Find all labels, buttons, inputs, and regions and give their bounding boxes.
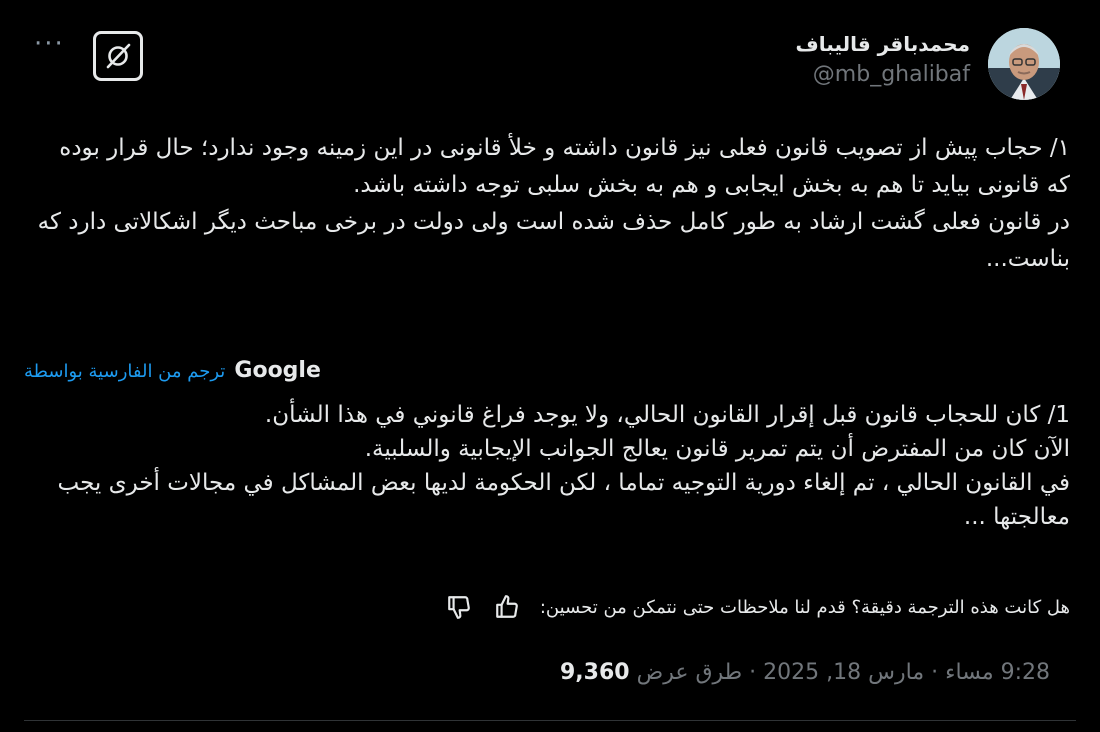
views-count: 9,360 [560,660,630,685]
thumbs-down-icon[interactable] [444,592,474,622]
meta-separator: · [931,660,939,685]
translated-text: 1/ كان للحجاب قانون قبل إقرار القانون ال… [57,402,1070,530]
handle[interactable]: @mb_ghalibaf [796,62,970,87]
tweet-header: محمدباقر قالیباف @mb_ghalibaf ··· [24,24,1076,106]
translated-from-link[interactable]: ترجم من الفارسية بواسطة [24,361,225,382]
grok-button[interactable] [90,28,146,84]
google-logo: Google [234,358,321,383]
author-info[interactable]: محمدباقر قالیباف @mb_ghalibaf [796,32,970,87]
tweet-date[interactable]: مارس 18, 2025 [763,660,924,685]
tweet-meta: 9:28 مساء · مارس 18, 2025 · طرق عرض 9,36… [30,660,1050,685]
thumbs-up-icon[interactable] [492,592,522,622]
meta-separator: · [749,660,757,685]
views-label: طرق عرض [636,660,743,685]
display-name[interactable]: محمدباقر قالیباف [796,32,970,56]
translation-feedback: هل كانت هذه الترجمة دقيقة؟ قدم لنا ملاحظ… [228,592,1070,622]
grok-icon [93,31,143,81]
more-options-icon[interactable]: ··· [34,31,65,57]
translation-attribution: Google ترجم من الفارسية بواسطة [24,358,380,383]
tweet-text: ۱/ حجاب پیش از تصویب قانون فعلی نیز قانو… [37,135,1070,272]
divider [24,720,1076,721]
tweet-time[interactable]: 9:28 مساء [945,660,1050,685]
feedback-question: هل كانت هذه الترجمة دقيقة؟ قدم لنا ملاحظ… [539,596,1070,618]
avatar[interactable] [988,28,1060,100]
